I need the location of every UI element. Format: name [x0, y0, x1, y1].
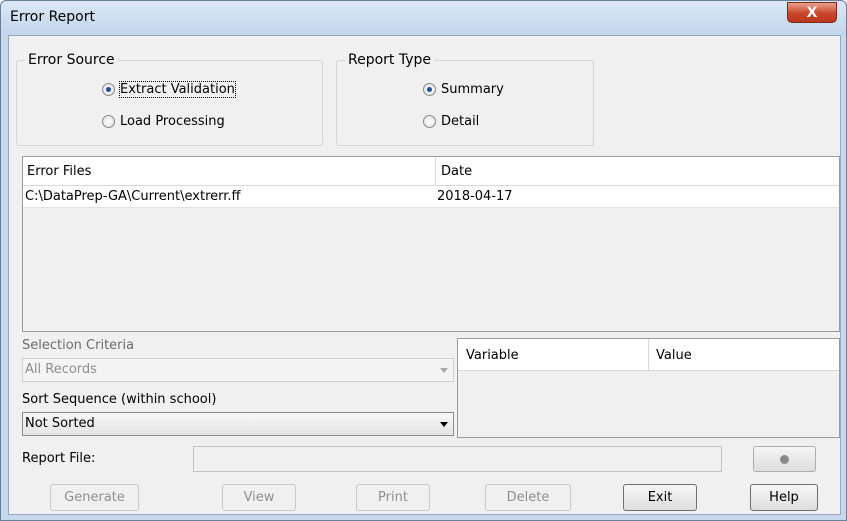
error-report-window: Error Report X Error Source Extract Vali…: [0, 0, 847, 521]
radio-label-extract-validation: Extract Validation: [119, 81, 236, 98]
delete-button-label: Delete: [506, 490, 550, 505]
sort-sequence-combo[interactable]: Not Sorted: [22, 412, 454, 436]
radio-checked-icon[interactable]: [102, 83, 115, 96]
variables-table[interactable]: Variable Value: [457, 338, 840, 438]
radio-detail[interactable]: Detail: [423, 114, 479, 129]
report-file-label: Report File:: [22, 451, 96, 466]
help-button[interactable]: Help: [750, 484, 818, 511]
radio-unchecked-icon[interactable]: [102, 115, 115, 128]
error-source-group: Error Source Extract Validation Load Pro…: [16, 52, 323, 146]
exit-button-label: Exit: [647, 490, 673, 505]
column-header-variable[interactable]: Variable: [462, 341, 519, 370]
sort-sequence-label: Sort Sequence (within school): [22, 392, 217, 407]
table-row[interactable]: C:\DataPrep-GA\Current\extrerr.ff 2018-0…: [23, 186, 839, 208]
column-header-date[interactable]: Date: [437, 157, 472, 186]
column-header-error-files[interactable]: Error Files: [23, 157, 91, 186]
error-files-header: Error Files Date: [23, 157, 839, 186]
exit-button[interactable]: Exit: [623, 484, 697, 511]
report-file-input[interactable]: [193, 446, 722, 472]
dot-icon: [780, 454, 789, 464]
report-type-group: Report Type Summary Detail: [336, 52, 594, 146]
variables-header: Variable Value: [458, 339, 839, 371]
print-button[interactable]: Print: [356, 484, 430, 511]
radio-label-load-processing: Load Processing: [120, 114, 225, 129]
sort-sequence-value: Not Sorted: [25, 416, 95, 431]
browse-button[interactable]: [753, 446, 816, 472]
error-files-list[interactable]: Error Files Date C:\DataPrep-GA\Current\…: [22, 156, 840, 332]
view-button[interactable]: View: [222, 484, 296, 511]
generate-button[interactable]: Generate: [50, 484, 139, 511]
radio-checked-icon[interactable]: [423, 83, 436, 96]
radio-unchecked-icon[interactable]: [423, 115, 436, 128]
column-separator[interactable]: [435, 157, 436, 186]
radio-label-summary: Summary: [441, 82, 504, 97]
radio-extract-validation[interactable]: Extract Validation: [102, 81, 236, 98]
row-date: 2018-04-17: [437, 189, 513, 204]
row-file-path: C:\DataPrep-GA\Current\extrerr.ff: [25, 189, 241, 204]
chevron-down-icon: [440, 368, 448, 373]
selection-criteria-value: All Records: [25, 362, 97, 377]
column-header-value[interactable]: Value: [652, 341, 692, 370]
title-bar[interactable]: Error Report X: [1, 1, 846, 35]
radio-load-processing[interactable]: Load Processing: [102, 114, 225, 129]
close-icon: X: [806, 4, 818, 21]
chevron-down-icon: [440, 422, 448, 427]
close-button[interactable]: X: [787, 2, 837, 23]
help-button-label: Help: [769, 490, 799, 505]
view-button-label: View: [243, 490, 275, 505]
report-type-title: Report Type: [345, 52, 435, 68]
radio-summary[interactable]: Summary: [423, 82, 504, 97]
print-button-label: Print: [378, 490, 408, 505]
selection-criteria-label: Selection Criteria: [22, 338, 135, 353]
window-title: Error Report: [10, 9, 95, 25]
radio-label-detail: Detail: [441, 114, 480, 129]
error-source-title: Error Source: [25, 52, 118, 68]
selection-criteria-combo[interactable]: All Records: [22, 358, 454, 382]
generate-button-label: Generate: [64, 490, 125, 505]
dialog-client-area: Error Source Extract Validation Load Pro…: [8, 35, 841, 515]
delete-button[interactable]: Delete: [485, 484, 571, 511]
column-separator[interactable]: [648, 339, 649, 371]
